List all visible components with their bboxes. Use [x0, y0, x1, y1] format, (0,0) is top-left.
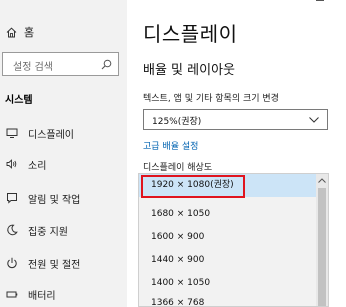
home-label: 홈 [24, 26, 35, 39]
sidebar-item-focus-assist[interactable]: 집중 지원 [6, 222, 68, 238]
selection-highlight-box [141, 175, 245, 198]
home-icon [6, 27, 17, 37]
scroll-up-icon[interactable] [318, 178, 326, 183]
scale-dropdown[interactable]: 125%(권장) [143, 109, 328, 130]
monitor-icon [6, 127, 18, 139]
resolution-option[interactable]: 1680 × 1050 [139, 203, 317, 226]
settings-content: 디스플레이 배율 및 레이아웃 텍스트, 앱 및 기타 항목의 크기 변경 12… [127, 0, 346, 307]
sidebar-item-label: 집중 지원 [28, 226, 68, 238]
resolution-dropdown-list[interactable]: 1920 × 1080(권장) 1680 × 1050 1600 × 900 1… [138, 173, 329, 307]
sidebar-item-notifications[interactable]: 알림 및 작업 [6, 190, 80, 206]
section-title-system: 시스템 [5, 95, 33, 106]
resolution-option[interactable]: 1440 × 900 [139, 249, 317, 272]
sidebar-item-sound[interactable]: 소리 [6, 156, 46, 172]
battery-icon [6, 288, 18, 300]
sidebar-item-label: 알림 및 작업 [28, 194, 81, 206]
resolution-option[interactable]: 1366 × 768 [139, 292, 317, 306]
search-input[interactable]: 설정 검색 [2, 52, 119, 76]
resolution-option[interactable]: 1600 × 900 [139, 226, 317, 249]
scale-value: 125%(권장) [152, 117, 202, 127]
sidebar-item-label: 소리 [28, 160, 47, 172]
sidebar-item-label: 전원 및 절전 [28, 259, 81, 271]
advanced-scaling-link[interactable]: 고급 배율 설정 [143, 139, 198, 152]
sidebar-item-power[interactable]: 전원 및 절전 [6, 255, 80, 271]
search-placeholder: 설정 검색 [13, 62, 53, 73]
speaker-icon [6, 158, 18, 170]
chevron-down-icon [309, 117, 319, 123]
resolution-label: 디스플레이 해상도 [143, 163, 213, 173]
page-title: 디스플레이 [143, 22, 238, 46]
search-icon[interactable] [101, 59, 112, 70]
sidebar: 홈 설정 검색 시스템 디스플레이 소리 알림 및 작업 집중 지원 전원 및 … [0, 0, 127, 307]
sidebar-item-battery[interactable]: 배터리 [6, 286, 56, 302]
scrollbar-thumb[interactable] [318, 188, 326, 306]
notification-icon [6, 192, 18, 204]
power-icon [6, 257, 18, 269]
scale-label: 텍스트, 앱 및 기타 항목의 크기 변경 [143, 94, 279, 104]
section-heading: 배율 및 레이아웃 [143, 63, 235, 78]
window-edge-mark [316, 0, 324, 3]
sidebar-item-label: 디스플레이 [28, 129, 74, 141]
sidebar-item-label: 배터리 [28, 290, 56, 302]
home-nav-item[interactable]: 홈 [6, 24, 34, 40]
sidebar-item-display[interactable]: 디스플레이 [6, 125, 74, 141]
moon-icon [6, 224, 18, 236]
dropdown-scrollbar[interactable] [316, 174, 328, 306]
